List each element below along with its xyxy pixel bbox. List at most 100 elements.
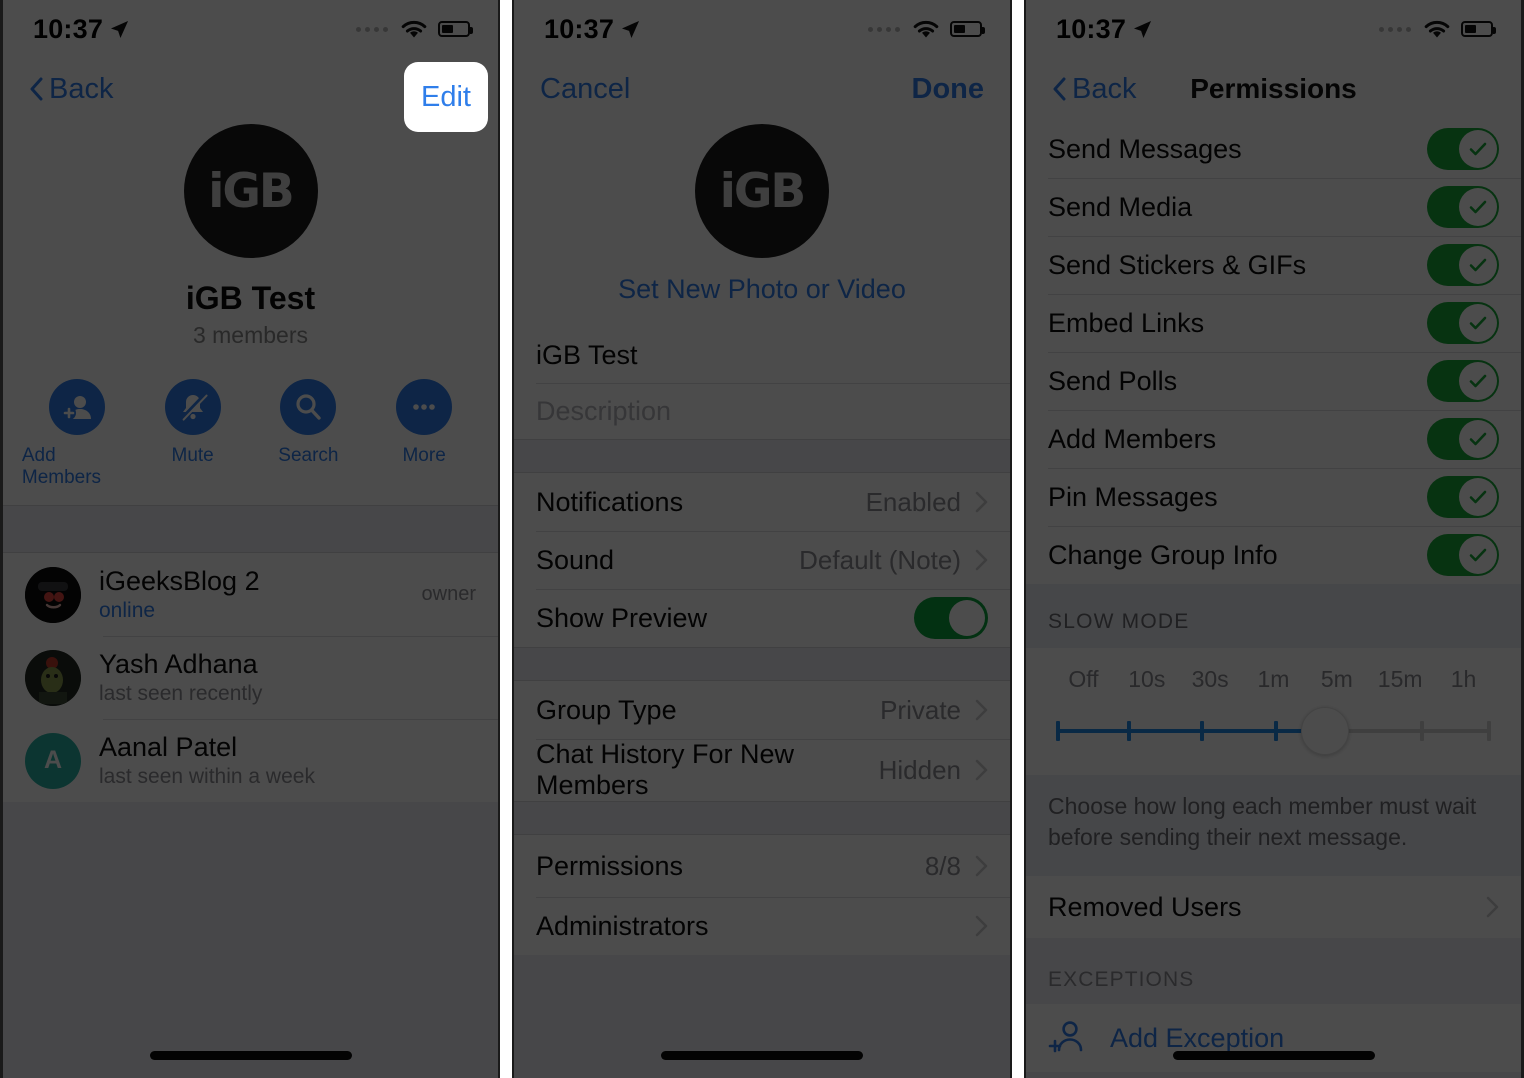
- chevron-right-icon: [1486, 896, 1499, 918]
- group-header: iGB iGB Test 3 members: [3, 120, 498, 361]
- list-item[interactable]: Yash Adhana last seen recently: [3, 636, 498, 719]
- permission-row-add-members[interactable]: Add Members: [1026, 410, 1521, 468]
- group-name-input[interactable]: iGB Test: [514, 327, 1010, 383]
- row-label: Removed Users: [1048, 891, 1242, 922]
- add-exception-label: Add Exception: [1110, 1022, 1285, 1053]
- slow-tick-30s[interactable]: 30s: [1179, 666, 1242, 693]
- member-status: online: [99, 599, 156, 622]
- slow-tick-1h[interactable]: 1h: [1432, 666, 1495, 693]
- permission-row-embed-links[interactable]: Embed Links: [1026, 294, 1521, 352]
- chevron-right-icon: [975, 549, 988, 571]
- cellular-dots-icon: [1379, 26, 1411, 32]
- member-name: Yash Adhana: [99, 649, 258, 679]
- row-notifications[interactable]: Notifications Enabled: [514, 473, 1010, 531]
- wifi-icon: [913, 20, 939, 37]
- row-label: Send Messages: [1048, 133, 1242, 164]
- group-name-fields: iGB Test Description: [514, 327, 1010, 439]
- description-input[interactable]: Description: [514, 383, 1010, 439]
- permission-toggle[interactable]: [1427, 186, 1499, 228]
- row-label: Permissions: [536, 850, 684, 881]
- list-item[interactable]: A Aanal Patel last seen within a week: [3, 719, 498, 802]
- action-mute[interactable]: Mute: [138, 379, 248, 489]
- status-bar-right: [1379, 19, 1496, 40]
- row-sound[interactable]: Sound Default (Note): [514, 531, 1010, 589]
- status-time: 10:37: [544, 13, 615, 44]
- edit-button-label: Edit: [421, 80, 471, 113]
- avatar: [25, 649, 81, 706]
- row-group-type[interactable]: Group Type Private: [514, 681, 1010, 739]
- set-new-photo-button[interactable]: Set New Photo or Video: [514, 258, 1010, 327]
- row-label: Embed Links: [1048, 307, 1205, 338]
- permission-toggle[interactable]: [1427, 128, 1499, 170]
- permission-toggle[interactable]: [1427, 302, 1499, 344]
- chevron-right-icon: [975, 855, 988, 877]
- action-add-members[interactable]: Add Members: [22, 379, 132, 489]
- battery-icon: [950, 21, 985, 37]
- add-person-outline-icon: [1048, 1021, 1083, 1053]
- home-indicator: [1172, 1051, 1375, 1060]
- permission-row-send-messages[interactable]: Send Messages: [1026, 120, 1521, 178]
- status-bar: 10:37: [514, 0, 1010, 58]
- slow-tick-15m[interactable]: 15m: [1369, 666, 1432, 693]
- cancel-button[interactable]: Cancel: [540, 73, 630, 106]
- chevron-right-icon: [975, 491, 988, 513]
- chevron-left-icon: [30, 77, 43, 101]
- permission-toggle[interactable]: [1427, 534, 1499, 576]
- members-list: iGeeksBlog 2 online owner Yash Adhana la…: [3, 553, 498, 802]
- slider-thumb[interactable]: [1301, 707, 1350, 755]
- slow-tick-10s[interactable]: 10s: [1115, 666, 1178, 693]
- action-search[interactable]: Search: [253, 379, 363, 489]
- admin-settings-list: Permissions 8/8 Administrators: [514, 835, 1010, 955]
- slow-mode-card: Off 10s 30s 1m 5m 15m 1h: [1026, 648, 1521, 775]
- cellular-dots-icon: [868, 26, 900, 32]
- row-label: Change Group Info: [1048, 539, 1278, 570]
- permissions-row[interactable]: Permissions 8/8: [514, 835, 1010, 897]
- add-exception-row[interactable]: Add Exception: [1026, 1004, 1521, 1073]
- slow-mode-slider[interactable]: [1052, 703, 1495, 759]
- status-time: 10:37: [1056, 13, 1127, 44]
- page-title: Permissions: [1190, 73, 1357, 104]
- slow-mode-section: SLOW MODE Off 10s 30s 1m 5m 15m 1h Choos…: [1026, 584, 1521, 877]
- member-name: Aanal Patel: [99, 732, 238, 762]
- chevron-right-icon: [975, 915, 988, 937]
- permission-row-pin-messages[interactable]: Pin Messages: [1026, 468, 1521, 526]
- slow-tick-off[interactable]: Off: [1052, 666, 1115, 693]
- permission-row-send-media[interactable]: Send Media: [1026, 178, 1521, 236]
- row-chat-history[interactable]: Chat History For New Members Hidden: [514, 739, 1010, 801]
- row-value: Enabled: [865, 486, 961, 517]
- removed-users-row[interactable]: Removed Users: [1026, 876, 1521, 939]
- action-more[interactable]: More: [369, 379, 479, 489]
- section-divider: [3, 505, 498, 553]
- back-button[interactable]: Back: [29, 73, 113, 106]
- permissions-list: Send Messages Send Media Send Stickers &…: [1026, 120, 1521, 584]
- row-show-preview[interactable]: Show Preview: [514, 589, 1010, 647]
- permission-row-change-group-info[interactable]: Change Group Info: [1026, 526, 1521, 584]
- permission-row-send-stickers-gifs[interactable]: Send Stickers & GIFs: [1026, 236, 1521, 294]
- group-avatar[interactable]: iGB: [183, 124, 318, 258]
- permission-toggle[interactable]: [1427, 244, 1499, 286]
- permission-toggle[interactable]: [1427, 418, 1499, 460]
- row-label: Show Preview: [536, 602, 708, 633]
- slider-tick-3: [1273, 721, 1278, 741]
- group-avatar[interactable]: iGB: [695, 124, 829, 258]
- permission-toggle[interactable]: [1427, 476, 1499, 518]
- slow-mode-tick-labels: Off 10s 30s 1m 5m 15m 1h: [1052, 660, 1495, 693]
- permission-toggle[interactable]: [1427, 360, 1499, 402]
- list-item[interactable]: iGeeksBlog 2 online owner: [3, 553, 498, 636]
- phone-panel-permissions: 10:37 Back Permissions Send Messages Sen…: [1024, 0, 1524, 1078]
- bell-slash-icon: [164, 379, 221, 435]
- check-icon: [1469, 432, 1487, 446]
- edit-button[interactable]: Edit: [404, 62, 488, 132]
- row-label: Pin Messages: [1048, 481, 1218, 512]
- permissions-count: 8/8: [924, 850, 961, 881]
- status-time: 10:37: [33, 13, 104, 44]
- row-label: Send Polls: [1048, 365, 1178, 396]
- screen-group-info: 10:37 Back iGB iGB Test 3 members Add Me…: [3, 0, 498, 1078]
- battery-icon: [438, 21, 473, 37]
- slow-tick-5m[interactable]: 5m: [1305, 666, 1368, 693]
- show-preview-toggle[interactable]: [914, 597, 988, 639]
- done-button[interactable]: Done: [912, 73, 985, 106]
- permission-row-send-polls[interactable]: Send Polls: [1026, 352, 1521, 410]
- administrators-row[interactable]: Administrators: [514, 897, 1010, 955]
- slow-tick-1m[interactable]: 1m: [1242, 666, 1305, 693]
